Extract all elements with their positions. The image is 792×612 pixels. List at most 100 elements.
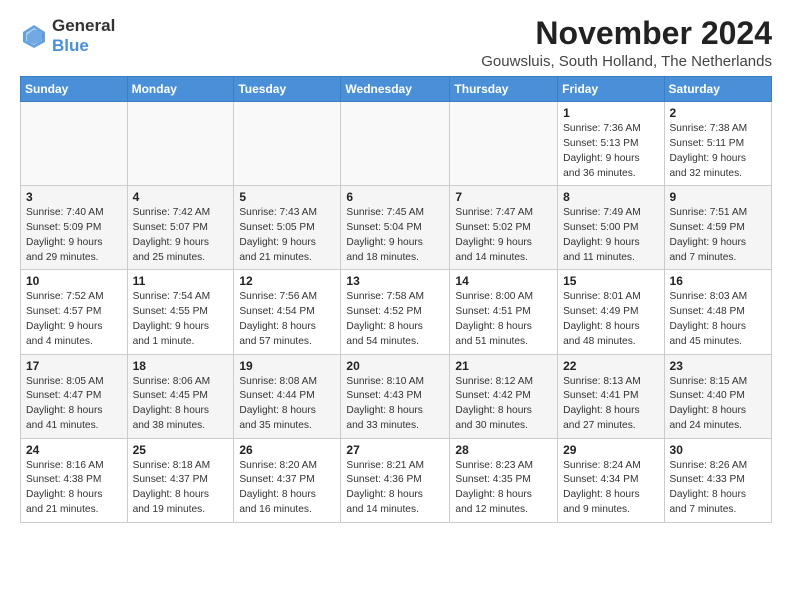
day-detail: Sunrise: 7:43 AM Sunset: 5:05 PM Dayligh…: [239, 206, 335, 265]
calendar-cell: 29 Sunrise: 8:24 AM Sunset: 4:34 PM Dayli…: [558, 438, 664, 522]
day-detail: Sunrise: 7:45 AM Sunset: 5:04 PM Dayligh…: [346, 206, 444, 265]
day-detail: Sunrise: 7:36 AM Sunset: 5:13 PM Dayligh…: [563, 122, 658, 181]
day-number: 29: [563, 443, 658, 457]
week-row-4: 17 Sunrise: 8:05 AM Sunset: 4:47 PM Dayli…: [21, 354, 772, 438]
calendar-cell: 25Sunrise: 8:18 AM Sunset: 4:37 PM Dayli…: [127, 438, 234, 522]
day-detail: Sunrise: 7:56 AM Sunset: 4:54 PM Dayligh…: [239, 290, 335, 349]
day-number: 16: [670, 274, 766, 288]
calendar-cell: [127, 102, 234, 186]
day-detail: Sunrise: 8:21 AM Sunset: 4:36 PM Dayligh…: [346, 459, 444, 518]
day-detail: Sunrise: 8:16 AM Sunset: 4:38 PM Dayligh…: [26, 459, 122, 518]
day-number: 8: [563, 190, 658, 204]
day-number: 11: [133, 274, 229, 288]
day-detail: Sunrise: 7:42 AM Sunset: 5:07 PM Dayligh…: [133, 206, 229, 265]
day-number: 7: [455, 190, 552, 204]
day-number: 24: [26, 443, 122, 457]
week-row-2: 3 Sunrise: 7:40 AM Sunset: 5:09 PM Daylig…: [21, 186, 772, 270]
day-number: 18: [133, 359, 229, 373]
day-detail: Sunrise: 8:13 AM Sunset: 4:41 PM Dayligh…: [563, 375, 658, 434]
calendar-cell: 19 Sunrise: 8:08 AM Sunset: 4:44 PM Dayli…: [234, 354, 341, 438]
calendar-cell: 10 Sunrise: 7:52 AM Sunset: 4:57 PM Dayli…: [21, 270, 128, 354]
week-row-5: 24 Sunrise: 8:16 AM Sunset: 4:38 PM Dayli…: [21, 438, 772, 522]
title-block: November 2024 Gouwsluis, South Holland, …: [481, 16, 772, 70]
day-detail: Sunrise: 7:58 AM Sunset: 4:52 PM Dayligh…: [346, 290, 444, 349]
calendar-cell: 1 Sunrise: 7:36 AM Sunset: 5:13 PM Daylig…: [558, 102, 664, 186]
calendar-cell: [341, 102, 450, 186]
day-detail: Sunrise: 8:00 AM Sunset: 4:51 PM Dayligh…: [455, 290, 552, 349]
calendar-cell: 30 Sunrise: 8:26 AM Sunset: 4:33 PM Dayli…: [664, 438, 771, 522]
calendar-cell: 23Sunrise: 8:15 AM Sunset: 4:40 PM Dayli…: [664, 354, 771, 438]
day-number: 30: [670, 443, 766, 457]
day-detail: Sunrise: 7:51 AM Sunset: 4:59 PM Dayligh…: [670, 206, 766, 265]
day-number: 12: [239, 274, 335, 288]
calendar-cell: 11 Sunrise: 7:54 AM Sunset: 4:55 PM Dayli…: [127, 270, 234, 354]
day-number: 6: [346, 190, 444, 204]
week-row-3: 10 Sunrise: 7:52 AM Sunset: 4:57 PM Dayli…: [21, 270, 772, 354]
day-number: 22: [563, 359, 658, 373]
calendar-cell: 5 Sunrise: 7:43 AM Sunset: 5:05 PM Daylig…: [234, 186, 341, 270]
day-detail: Sunrise: 8:08 AM Sunset: 4:44 PM Dayligh…: [239, 375, 335, 434]
calendar-cell: 7 Sunrise: 7:47 AM Sunset: 5:02 PM Daylig…: [450, 186, 558, 270]
calendar-cell: 16 Sunrise: 8:03 AM Sunset: 4:48 PM Dayli…: [664, 270, 771, 354]
calendar-cell: 14 Sunrise: 8:00 AM Sunset: 4:51 PM Dayli…: [450, 270, 558, 354]
calendar-cell: 12 Sunrise: 7:56 AM Sunset: 4:54 PM Dayli…: [234, 270, 341, 354]
day-detail: Sunrise: 8:20 AM Sunset: 4:37 PM Dayligh…: [239, 459, 335, 518]
calendar-cell: [450, 102, 558, 186]
day-detail: Sunrise: 7:54 AM Sunset: 4:55 PM Dayligh…: [133, 290, 229, 349]
day-number: 17: [26, 359, 122, 373]
day-number: 3: [26, 190, 122, 204]
calendar-cell: 6 Sunrise: 7:45 AM Sunset: 5:04 PM Daylig…: [341, 186, 450, 270]
day-detail: Sunrise: 7:38 AM Sunset: 5:11 PM Dayligh…: [670, 122, 766, 181]
day-header-saturday: Saturday: [664, 77, 771, 102]
day-number: 9: [670, 190, 766, 204]
day-header-thursday: Thursday: [450, 77, 558, 102]
day-header-wednesday: Wednesday: [341, 77, 450, 102]
day-number: 28: [455, 443, 552, 457]
day-number: 2: [670, 106, 766, 120]
calendar-cell: 20 Sunrise: 8:10 AM Sunset: 4:43 PM Dayli…: [341, 354, 450, 438]
calendar-cell: 27 Sunrise: 8:21 AM Sunset: 4:36 PM Dayli…: [341, 438, 450, 522]
day-number: 26: [239, 443, 335, 457]
calendar-cell: 13 Sunrise: 7:58 AM Sunset: 4:52 PM Dayli…: [341, 270, 450, 354]
day-header-friday: Friday: [558, 77, 664, 102]
subtitle: Gouwsluis, South Holland, The Netherland…: [481, 53, 772, 70]
day-detail: Sunrise: 8:10 AM Sunset: 4:43 PM Dayligh…: [346, 375, 444, 434]
day-detail: Sunrise: 8:05 AM Sunset: 4:47 PM Dayligh…: [26, 375, 122, 434]
day-number: 5: [239, 190, 335, 204]
calendar-cell: 3 Sunrise: 7:40 AM Sunset: 5:09 PM Daylig…: [21, 186, 128, 270]
day-header-tuesday: Tuesday: [234, 77, 341, 102]
day-detail: Sunrise: 8:06 AM Sunset: 4:45 PM Dayligh…: [133, 375, 229, 434]
page: General Blue November 2024 Gouwsluis, So…: [0, 0, 792, 533]
day-detail: Sunrise: 8:12 AM Sunset: 4:42 PM Dayligh…: [455, 375, 552, 434]
day-number: 13: [346, 274, 444, 288]
calendar-cell: 28 Sunrise: 8:23 AM Sunset: 4:35 PM Dayli…: [450, 438, 558, 522]
day-detail: Sunrise: 8:03 AM Sunset: 4:48 PM Dayligh…: [670, 290, 766, 349]
day-detail: Sunrise: 8:23 AM Sunset: 4:35 PM Dayligh…: [455, 459, 552, 518]
day-number: 19: [239, 359, 335, 373]
day-number: 20: [346, 359, 444, 373]
calendar-cell: 2 Sunrise: 7:38 AM Sunset: 5:11 PM Daylig…: [664, 102, 771, 186]
day-detail: Sunrise: 7:40 AM Sunset: 5:09 PM Dayligh…: [26, 206, 122, 265]
calendar-header-row: SundayMondayTuesdayWednesdayThursdayFrid…: [21, 77, 772, 102]
day-header-sunday: Sunday: [21, 77, 128, 102]
day-detail: Sunrise: 8:24 AM Sunset: 4:34 PM Dayligh…: [563, 459, 658, 518]
main-title: November 2024: [481, 16, 772, 51]
header: General Blue November 2024 Gouwsluis, So…: [20, 16, 772, 70]
day-number: 10: [26, 274, 122, 288]
day-detail: Sunrise: 8:26 AM Sunset: 4:33 PM Dayligh…: [670, 459, 766, 518]
day-number: 14: [455, 274, 552, 288]
week-row-1: 1 Sunrise: 7:36 AM Sunset: 5:13 PM Daylig…: [21, 102, 772, 186]
logo-text: General Blue: [52, 16, 115, 55]
day-detail: Sunrise: 7:47 AM Sunset: 5:02 PM Dayligh…: [455, 206, 552, 265]
logo: General Blue: [20, 16, 115, 55]
calendar-cell: 8Sunrise: 7:49 AM Sunset: 5:00 PM Daylig…: [558, 186, 664, 270]
calendar-cell: 24 Sunrise: 8:16 AM Sunset: 4:38 PM Dayli…: [21, 438, 128, 522]
day-number: 15: [563, 274, 658, 288]
day-number: 25: [133, 443, 229, 457]
day-detail: Sunrise: 8:01 AM Sunset: 4:49 PM Dayligh…: [563, 290, 658, 349]
day-number: 1: [563, 106, 658, 120]
day-number: 27: [346, 443, 444, 457]
day-detail: Sunrise: 7:52 AM Sunset: 4:57 PM Dayligh…: [26, 290, 122, 349]
calendar-cell: 15 Sunrise: 8:01 AM Sunset: 4:49 PM Dayli…: [558, 270, 664, 354]
calendar-cell: 4Sunrise: 7:42 AM Sunset: 5:07 PM Daylig…: [127, 186, 234, 270]
